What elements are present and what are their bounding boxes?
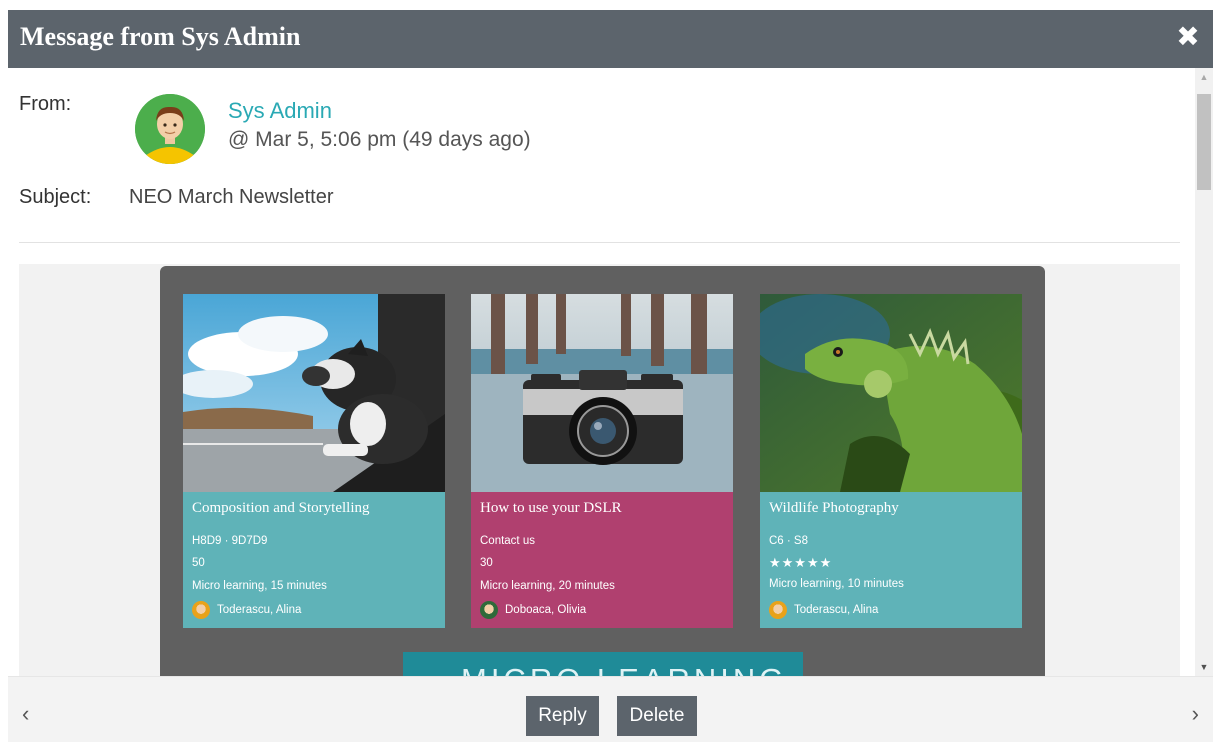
course-card[interactable]: How to use your DSLR Contact us 30 Micro…	[471, 294, 733, 628]
card-title: Wildlife Photography	[769, 500, 899, 516]
card-duration: Micro learning, 20 minutes	[480, 580, 615, 592]
star-rating-icon: ★★★★★	[769, 555, 833, 570]
author-name: Toderascu, Alina	[217, 604, 302, 616]
card-contact: Contact us	[480, 535, 535, 547]
card-code: C6 · S8	[769, 535, 808, 547]
card-image-camera	[471, 294, 733, 492]
card-info: How to use your DSLR Contact us 30 Micro…	[471, 492, 733, 628]
subject-text: NEO March Newsletter	[129, 186, 334, 208]
chevron-right-icon[interactable]: ›	[1192, 701, 1199, 727]
reply-button[interactable]: Reply	[526, 696, 599, 736]
author-name: Toderascu, Alina	[794, 604, 879, 616]
sender-link[interactable]: Sys Admin	[228, 98, 332, 124]
card-author: Doboaca, Olivia	[480, 601, 586, 619]
scroll-thumb[interactable]	[1197, 94, 1211, 190]
divider	[19, 242, 1180, 243]
scroll-up-icon[interactable]: ▲	[1195, 68, 1213, 86]
banner-text: MICRO LEARNING	[461, 662, 787, 676]
card-author: Toderascu, Alina	[192, 601, 301, 619]
scroll-down-icon[interactable]: ▼	[1195, 658, 1213, 676]
vertical-scrollbar[interactable]: ▲ ▼	[1195, 68, 1213, 676]
message-datetime: @ Mar 5, 5:06 pm (49 days ago)	[228, 128, 531, 151]
card-image-dog	[183, 294, 445, 492]
card-duration: Micro learning, 15 minutes	[192, 580, 327, 592]
close-icon[interactable]: ✖	[1173, 22, 1203, 52]
course-card[interactable]: Composition and Storytelling H8D9 · 9D7D…	[183, 294, 445, 628]
card-image-iguana	[760, 294, 1022, 492]
message-content[interactable]: From: Sys Admin @ Mar 5, 5:06 pm (49 day…	[8, 68, 1195, 676]
card-code: H8D9 · 9D7D9	[192, 535, 268, 547]
card-info: Wildlife Photography C6 · S8 ★★★★★ Micro…	[760, 492, 1022, 628]
avatar	[135, 94, 205, 164]
chevron-left-icon[interactable]: ‹	[22, 701, 29, 727]
card-author: Toderascu, Alina	[769, 601, 878, 619]
dialog-titlebar: Message from Sys Admin ✖	[8, 10, 1213, 68]
card-count: 30	[480, 557, 493, 569]
course-card[interactable]: Wildlife Photography C6 · S8 ★★★★★ Micro…	[760, 294, 1022, 628]
card-duration: Micro learning, 10 minutes	[769, 578, 904, 590]
newsletter-body: Composition and Storytelling H8D9 · 9D7D…	[160, 266, 1045, 676]
message-dialog: Message from Sys Admin ✖ From: Sys Admin…	[8, 10, 1213, 742]
from-label: From:	[19, 93, 72, 115]
delete-button[interactable]: Delete	[617, 696, 697, 736]
author-avatar-icon	[192, 601, 210, 619]
subject-label: Subject:	[19, 186, 92, 208]
author-avatar-icon	[480, 601, 498, 619]
dialog-title: Message from Sys Admin	[20, 22, 301, 51]
author-avatar-icon	[769, 601, 787, 619]
card-info: Composition and Storytelling H8D9 · 9D7D…	[183, 492, 445, 628]
dialog-footer: ‹ Reply Delete ›	[8, 676, 1213, 742]
micro-learning-banner[interactable]: MICRO LEARNING	[403, 652, 803, 676]
card-title: Composition and Storytelling	[192, 500, 370, 516]
card-count: 50	[192, 557, 205, 569]
author-name: Doboaca, Olivia	[505, 604, 587, 616]
card-title: How to use your DSLR	[480, 500, 622, 516]
